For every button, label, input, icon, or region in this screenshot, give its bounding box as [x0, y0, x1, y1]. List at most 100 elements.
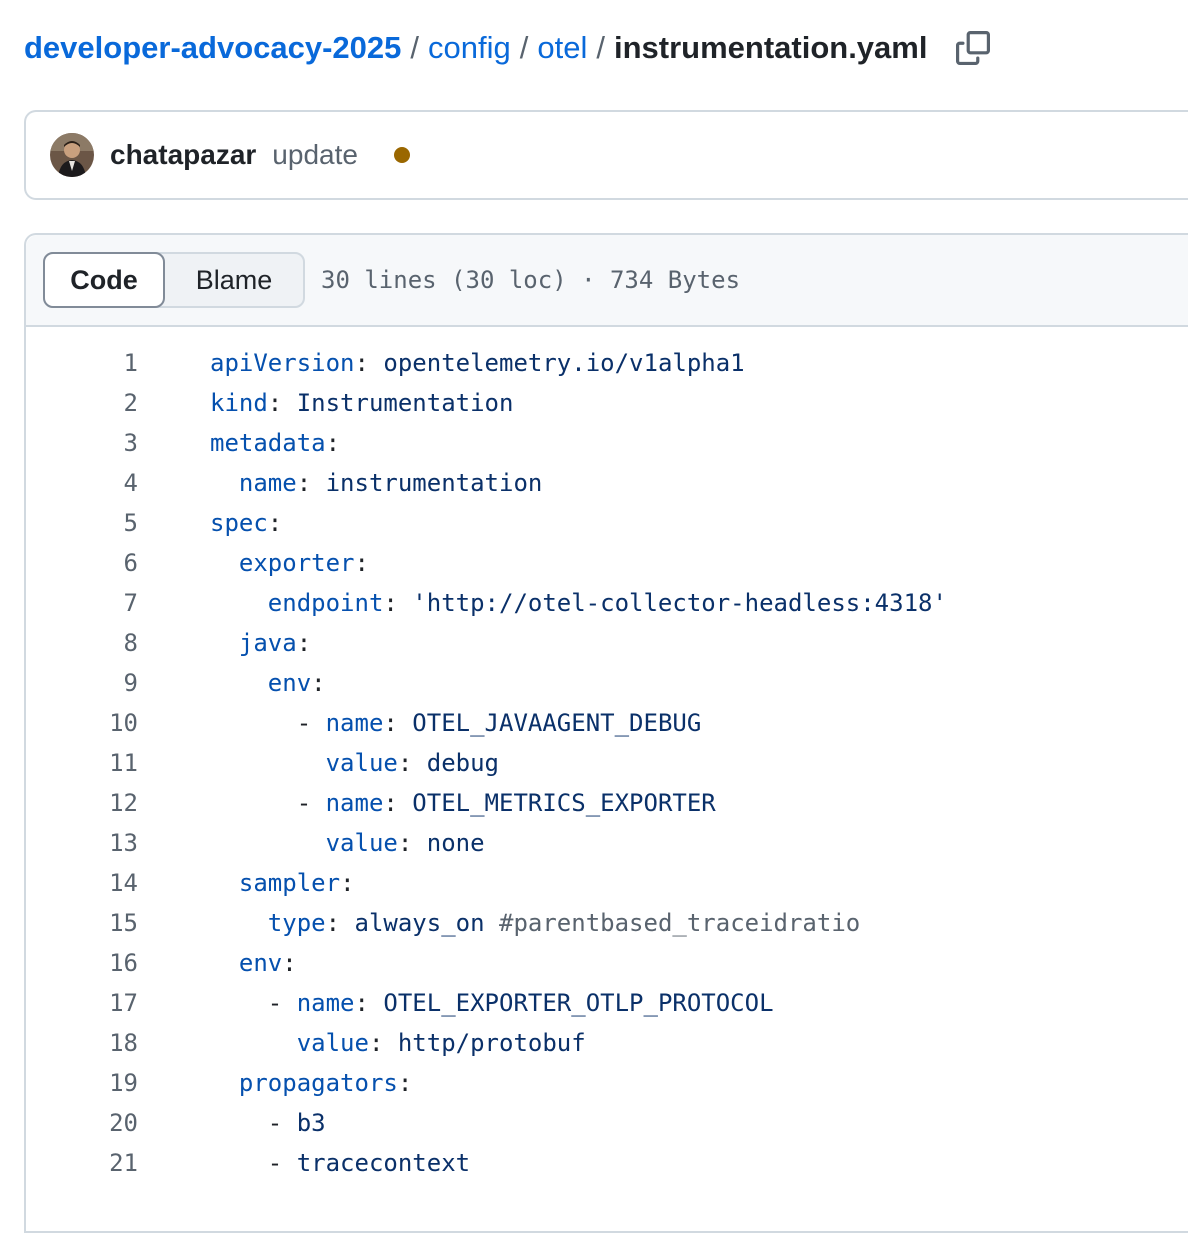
commit-author-link[interactable]: chatapazar — [110, 139, 256, 171]
yaml-key: spec — [210, 509, 268, 537]
line-number[interactable]: 5 — [26, 509, 138, 537]
commit-message-link[interactable]: update — [272, 139, 358, 171]
line-number[interactable]: 14 — [26, 869, 138, 897]
line-content: endpoint: 'http://otel-collector-headles… — [138, 589, 947, 617]
code-line: 3 metadata: — [26, 423, 1188, 463]
code-line: 10 - name: OTEL_JAVAAGENT_DEBUG — [26, 703, 1188, 743]
line-number[interactable]: 19 — [26, 1069, 138, 1097]
yaml-value: debug — [412, 749, 499, 777]
line-content: - name: OTEL_METRICS_EXPORTER — [138, 789, 716, 817]
code-line: 2 kind: Instrumentation — [26, 383, 1188, 423]
line-number[interactable]: 20 — [26, 1109, 138, 1137]
yaml-key: endpoint — [267, 589, 384, 617]
yaml-value: OTEL_JAVAAGENT_DEBUG — [397, 709, 702, 737]
list-dash: - — [267, 989, 297, 1017]
yaml-value: OTEL_METRICS_EXPORTER — [397, 789, 716, 817]
line-content: env: — [138, 949, 297, 977]
yaml-value: always_on — [340, 909, 499, 937]
yaml-key: propagators — [238, 1069, 398, 1097]
list-dash: - — [267, 1149, 297, 1177]
latest-commit-bar: chatapazar update — [24, 110, 1188, 200]
line-content: name: instrumentation — [138, 469, 542, 497]
yaml-colon: : — [267, 509, 283, 537]
breadcrumb-repo-link[interactable]: developer-advocacy-2025 — [24, 30, 401, 66]
line-content: - name: OTEL_EXPORTER_OTLP_PROTOCOL — [138, 989, 774, 1017]
list-dash: - — [267, 1109, 297, 1137]
line-content: propagators: — [138, 1069, 412, 1097]
line-number[interactable]: 10 — [26, 709, 138, 737]
breadcrumb-config-link[interactable]: config — [428, 30, 511, 66]
breadcrumb-separator: / — [519, 30, 529, 65]
line-number[interactable]: 12 — [26, 789, 138, 817]
line-content: value: none — [138, 829, 485, 857]
line-number[interactable]: 8 — [26, 629, 138, 657]
line-content: spec: — [138, 509, 282, 537]
code-line: 7 endpoint: 'http://otel-collector-headl… — [26, 583, 1188, 623]
line-number[interactable]: 17 — [26, 989, 138, 1017]
code-line: 21 - tracecontext — [26, 1143, 1188, 1183]
yaml-colon: : — [354, 549, 369, 577]
code-line: 14 sampler: — [26, 863, 1188, 903]
code-view[interactable]: 1 apiVersion: opentelemetry.io/v1alpha1 2 k… — [26, 327, 1188, 1183]
yaml-value: http/protobuf — [383, 1029, 586, 1057]
yaml-value: none — [412, 829, 485, 857]
yaml-key: value — [325, 829, 398, 857]
yaml-colon: : — [282, 949, 297, 977]
line-content: exporter: — [138, 549, 369, 577]
yaml-colon: : — [397, 829, 413, 857]
yaml-key: kind — [210, 389, 268, 417]
line-number[interactable]: 2 — [26, 389, 138, 417]
line-number[interactable]: 7 — [26, 589, 138, 617]
line-number[interactable]: 1 — [26, 349, 138, 377]
file-stats: 30 lines (30 loc) · 734 Bytes — [321, 266, 741, 294]
line-content: sampler: — [138, 869, 355, 897]
yaml-value: b3 — [296, 1109, 326, 1137]
file-viewer: Code Blame 30 lines (30 loc) · 734 Bytes… — [24, 233, 1188, 1233]
yaml-colon: : — [311, 669, 326, 697]
line-content: - tracecontext — [138, 1149, 470, 1177]
breadcrumb-separator: / — [596, 30, 605, 65]
list-dash: - — [296, 709, 326, 737]
line-number[interactable]: 21 — [26, 1149, 138, 1177]
yaml-key: apiVersion — [210, 349, 355, 377]
yaml-key: value — [325, 749, 398, 777]
yaml-key: sampler — [238, 869, 341, 897]
yaml-colon: : — [325, 429, 341, 457]
yaml-key: name — [238, 469, 297, 497]
avatar[interactable] — [50, 133, 94, 177]
line-number[interactable]: 3 — [26, 429, 138, 457]
line-number[interactable]: 4 — [26, 469, 138, 497]
tab-code[interactable]: Code — [43, 252, 165, 308]
code-line: 16 env: — [26, 943, 1188, 983]
code-line: 11 value: debug — [26, 743, 1188, 783]
tab-blame[interactable]: Blame — [165, 254, 303, 306]
line-number[interactable]: 11 — [26, 749, 138, 777]
line-number[interactable]: 15 — [26, 909, 138, 937]
line-content: java: — [138, 629, 311, 657]
line-number[interactable]: 13 — [26, 829, 138, 857]
code-line: 6 exporter: — [26, 543, 1188, 583]
line-number[interactable]: 16 — [26, 949, 138, 977]
yaml-colon: : — [354, 349, 369, 377]
yaml-key: metadata — [210, 429, 326, 457]
line-number[interactable]: 18 — [26, 1029, 138, 1057]
yaml-colon: : — [340, 869, 355, 897]
line-number[interactable]: 9 — [26, 669, 138, 697]
copy-path-button[interactable] — [955, 30, 991, 66]
line-number[interactable]: 6 — [26, 549, 138, 577]
line-content: - name: OTEL_JAVAAGENT_DEBUG — [138, 709, 702, 737]
breadcrumb-otel-link[interactable]: otel — [537, 30, 587, 66]
commit-status-dot[interactable] — [393, 147, 410, 163]
line-content: - b3 — [138, 1109, 326, 1137]
yaml-colon: : — [383, 709, 398, 737]
